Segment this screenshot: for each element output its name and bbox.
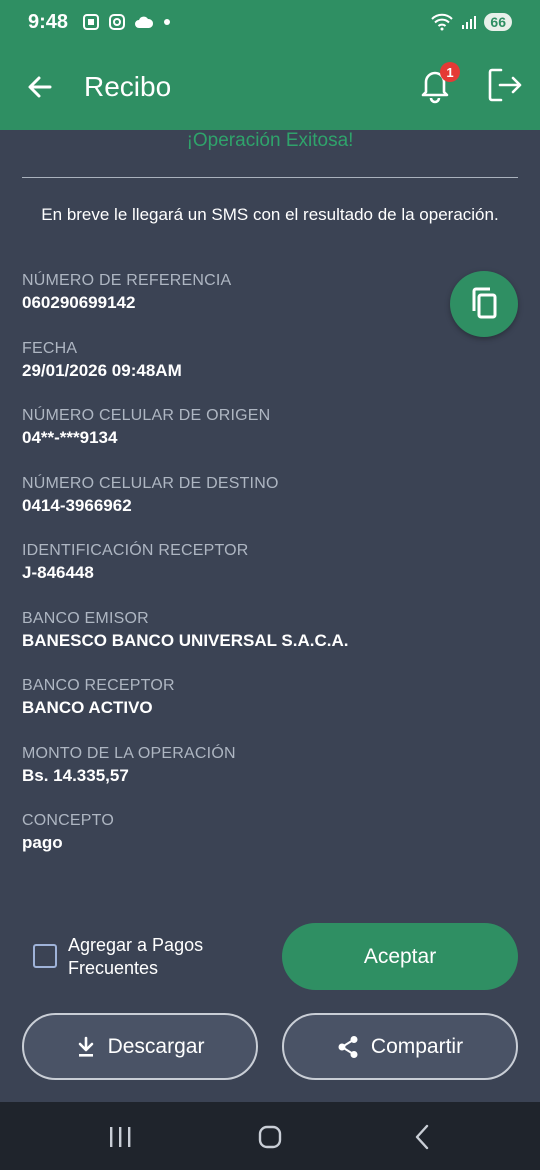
status-bar: 9:48 66 bbox=[0, 0, 540, 44]
copy-icon bbox=[472, 287, 497, 319]
field-value: 0414-3966962 bbox=[22, 495, 132, 515]
cloud-icon bbox=[135, 16, 154, 28]
signal-icon bbox=[462, 16, 477, 29]
chevron-left-icon bbox=[415, 1124, 429, 1150]
home-icon bbox=[258, 1125, 282, 1149]
battery-level: 66 bbox=[484, 13, 512, 31]
download-button[interactable]: Descargar bbox=[22, 1013, 258, 1080]
field-issuer-bank: BANCO EMISOR BANESCO BANCO UNIVERSAL S.A… bbox=[22, 608, 442, 676]
field-label: FECHA bbox=[22, 339, 78, 357]
accept-button[interactable]: Aceptar bbox=[282, 923, 518, 990]
download-label: Descargar bbox=[107, 1034, 205, 1058]
app-bar: Recibo 1 bbox=[0, 44, 540, 130]
field-label: IDENTIFICACIÓN RECEPTOR bbox=[22, 542, 249, 559]
divider bbox=[22, 177, 518, 178]
favorites-label: Agregar a Pagos Frecuentes bbox=[68, 935, 204, 978]
field-label: BANCO EMISOR bbox=[22, 609, 149, 627]
field-value: 04**-***9134 bbox=[22, 428, 118, 447]
wifi-icon bbox=[431, 13, 454, 31]
field-value: J-846448 bbox=[22, 563, 94, 582]
field-value: Bs. 14.335,57 bbox=[22, 765, 129, 785]
system-back-button[interactable] bbox=[402, 1122, 442, 1152]
dot-icon bbox=[164, 19, 171, 25]
receipt-fields: NÚMERO DE REFERENCIA 060290699142 FECHA … bbox=[22, 270, 442, 878]
home-button[interactable] bbox=[250, 1122, 290, 1152]
field-value: 29/01/2026 09:48AM bbox=[22, 360, 182, 380]
success-title: ¡Operación Exitosa! bbox=[186, 130, 354, 151]
field-label: NÚMERO CELULAR DE DESTINO bbox=[22, 474, 279, 492]
share-label: Compartir bbox=[370, 1034, 464, 1058]
field-date: FECHA 29/01/2026 09:48AM bbox=[22, 338, 442, 406]
field-value: pago bbox=[22, 833, 63, 852]
page-title: Recibo bbox=[84, 71, 172, 102]
back-button[interactable] bbox=[20, 67, 60, 107]
field-receiver-bank: BANCO RECEPTOR BANCO ACTIVO bbox=[22, 675, 442, 743]
field-label: MONTO DE LA OPERACIÓN bbox=[22, 744, 236, 762]
field-receiver-id: IDENTIFICACIÓN RECEPTOR J-846448 bbox=[22, 540, 442, 608]
logout-icon bbox=[488, 68, 522, 102]
favorites-checkbox[interactable] bbox=[33, 944, 57, 968]
status-icons-left bbox=[82, 13, 172, 31]
field-label: NÚMERO CELULAR DE ORIGEN bbox=[22, 407, 271, 424]
copy-reference-button[interactable] bbox=[450, 271, 518, 337]
field-label: CONCEPTO bbox=[22, 812, 114, 829]
instagram-icon bbox=[109, 14, 126, 30]
accept-label: Aceptar bbox=[363, 944, 437, 968]
field-origin-phone: NÚMERO CELULAR DE ORIGEN 04**-***9134 bbox=[22, 405, 442, 473]
arrow-left-icon bbox=[28, 76, 52, 98]
field-reference: NÚMERO DE REFERENCIA 060290699142 bbox=[22, 270, 442, 338]
share-button[interactable]: Compartir bbox=[282, 1013, 518, 1080]
field-destination-phone: NÚMERO CELULAR DE DESTINO 0414-3966962 bbox=[22, 473, 442, 541]
field-value: BANESCO BANCO UNIVERSAL S.A.C.A. bbox=[22, 630, 349, 650]
field-label: BANCO RECEPTOR bbox=[22, 677, 175, 694]
status-time: 9:48 bbox=[28, 10, 69, 33]
notifications-button[interactable]: 1 bbox=[418, 62, 460, 108]
field-amount: MONTO DE LA OPERACIÓN Bs. 14.335,57 bbox=[22, 743, 442, 811]
recent-apps-button[interactable] bbox=[100, 1122, 140, 1152]
download-icon bbox=[78, 1036, 93, 1057]
recent-apps-icon bbox=[110, 1127, 131, 1147]
field-label: NÚMERO DE REFERENCIA bbox=[22, 272, 232, 289]
field-value: 060290699142 bbox=[22, 293, 136, 312]
notification-badge: 1 bbox=[440, 62, 460, 82]
logout-button[interactable] bbox=[486, 66, 526, 106]
sms-message: En breve le llegará un SMS con el result… bbox=[41, 205, 499, 224]
field-value: BANCO ACTIVO bbox=[22, 698, 153, 717]
share-icon bbox=[338, 1035, 358, 1058]
field-concept: CONCEPTO pago bbox=[22, 810, 442, 878]
system-nav-bar bbox=[0, 1102, 540, 1170]
screen-capture-icon bbox=[83, 14, 100, 30]
status-icons-right: 66 bbox=[430, 13, 512, 31]
